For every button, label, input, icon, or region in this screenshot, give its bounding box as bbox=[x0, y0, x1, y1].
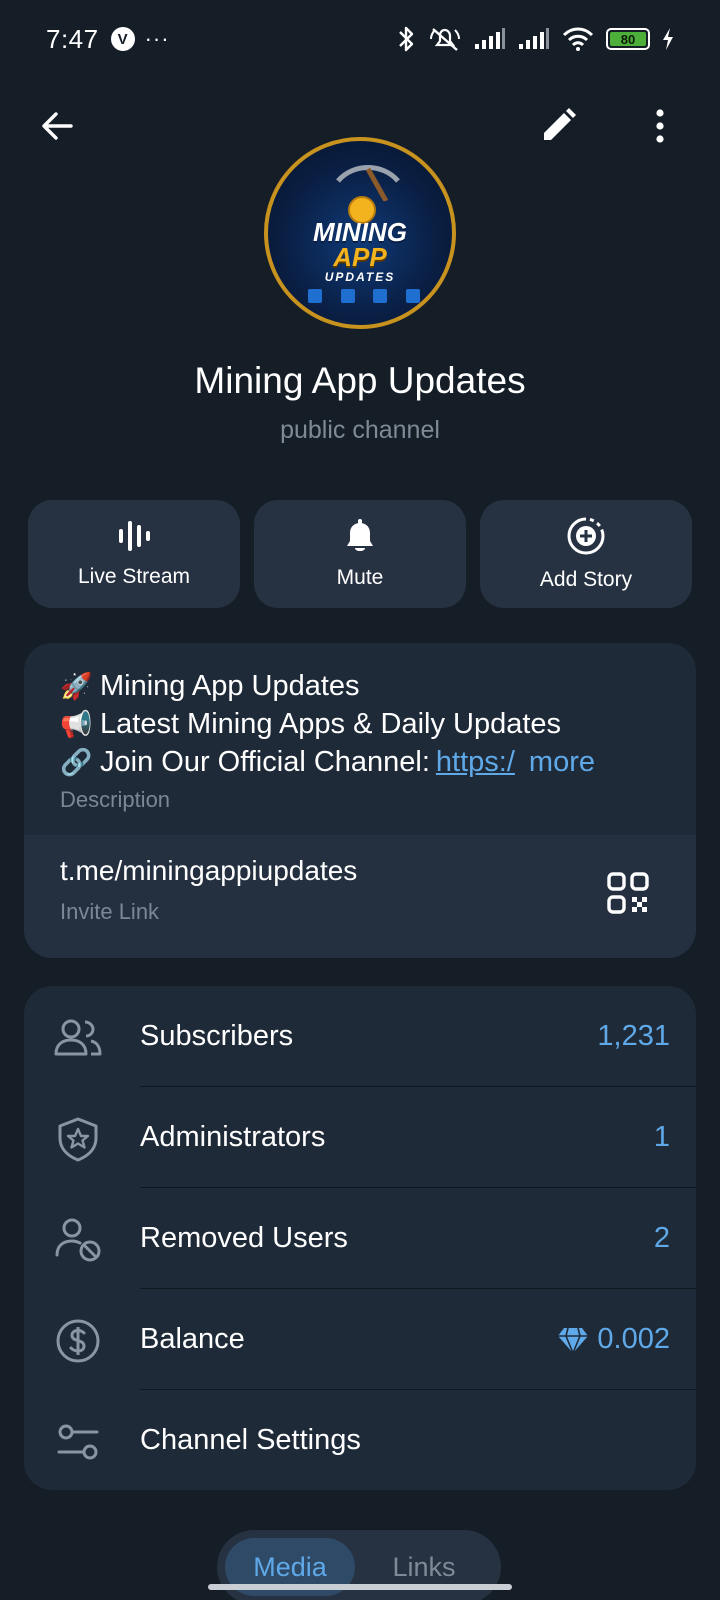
signal-icon bbox=[475, 28, 505, 49]
more-button[interactable]: more bbox=[529, 743, 595, 781]
pencil-icon bbox=[544, 108, 576, 140]
channel-info-card: 🚀 Mining App Updates 📢 Latest Mining App… bbox=[24, 643, 696, 958]
channel-stats-list: Subscribers 1,231 Administrators 1 Remov… bbox=[24, 986, 696, 1490]
status-icons: 80 bbox=[396, 25, 674, 53]
channel-settings-row[interactable]: Channel Settings bbox=[24, 1390, 696, 1490]
description-text: Mining App Updates bbox=[100, 670, 360, 702]
stat-label: Balance bbox=[140, 1323, 245, 1355]
balance-value: 0.002 bbox=[557, 1323, 670, 1356]
action-buttons: Live Stream Mute Add Story bbox=[28, 500, 692, 608]
megaphone-icon: 📢 bbox=[60, 709, 93, 739]
people-icon bbox=[54, 1014, 102, 1062]
add-story-button[interactable]: Add Story bbox=[480, 500, 692, 608]
balance-amount: 0.002 bbox=[597, 1323, 670, 1355]
qr-code-icon[interactable] bbox=[606, 871, 650, 915]
channel-subtitle: public channel bbox=[280, 416, 440, 444]
description-text: Join Our Official Channel: bbox=[100, 746, 430, 778]
avatar-text-app: APP bbox=[333, 242, 387, 272]
live-stream-label: Live Stream bbox=[77, 565, 191, 588]
more-notifications-icon: ··· bbox=[144, 26, 170, 51]
dollar-circle-icon bbox=[54, 1317, 102, 1365]
rocket-icon: 🚀 bbox=[60, 671, 93, 701]
stat-label: Subscribers bbox=[140, 1020, 294, 1052]
administrators-row[interactable]: Administrators 1 bbox=[24, 1087, 696, 1188]
vpn-icon: V bbox=[110, 27, 135, 51]
app-icon bbox=[308, 289, 322, 303]
balance-row[interactable]: Balance 0.002 bbox=[24, 1289, 696, 1390]
channel-avatar[interactable]: MINING APP UPDATES bbox=[264, 137, 456, 329]
battery-level: 80 bbox=[610, 32, 646, 47]
description-line: 📢 Latest Mining Apps & Daily Updates bbox=[60, 705, 660, 743]
back-button[interactable] bbox=[26, 96, 86, 156]
status-time: 7:47 bbox=[46, 23, 99, 54]
invite-link-caption: Invite Link bbox=[60, 899, 160, 924]
stat-label: Channel Settings bbox=[140, 1424, 361, 1456]
stat-value: 1,231 bbox=[597, 1020, 670, 1052]
description-caption: Description bbox=[60, 787, 171, 812]
app-icon bbox=[405, 289, 420, 303]
sliders-icon bbox=[54, 1418, 102, 1466]
description-line: 🔗 Join Our Official Channel: https:/ mor… bbox=[60, 743, 660, 781]
add-story-icon bbox=[567, 517, 605, 555]
stat-label: Administrators bbox=[140, 1121, 326, 1153]
bluetooth-icon bbox=[399, 26, 414, 52]
diamond-icon bbox=[558, 1327, 589, 1354]
battery-icon: 80 bbox=[606, 28, 650, 50]
description-line: 🚀 Mining App Updates bbox=[60, 667, 660, 705]
description-link[interactable]: https:/ bbox=[436, 743, 515, 781]
add-story-label: Add Story bbox=[539, 568, 633, 591]
edit-button[interactable] bbox=[528, 96, 588, 156]
avatar-text-updates: UPDATES bbox=[324, 270, 396, 284]
status-bar: 7:47 V ··· 80 bbox=[0, 0, 720, 78]
mute-icon bbox=[430, 28, 460, 51]
more-menu-button[interactable] bbox=[630, 96, 690, 156]
mute-button[interactable]: Mute bbox=[254, 500, 466, 608]
pickaxe-icon bbox=[336, 165, 400, 201]
removed-users-row[interactable]: Removed Users 2 bbox=[24, 1188, 696, 1289]
invite-link-value: t.me/miningappiupdates bbox=[60, 855, 358, 886]
mute-label: Mute bbox=[336, 566, 384, 589]
live-stream-icon bbox=[119, 521, 150, 551]
description-section[interactable]: 🚀 Mining App Updates 📢 Latest Mining App… bbox=[24, 643, 696, 835]
user-blocked-icon bbox=[54, 1216, 102, 1264]
bell-icon bbox=[347, 519, 373, 551]
shield-star-icon bbox=[54, 1115, 102, 1163]
subscribers-row[interactable]: Subscribers 1,231 bbox=[24, 986, 696, 1087]
app-icon bbox=[373, 289, 388, 303]
more-vert-icon bbox=[656, 109, 664, 143]
home-indicator[interactable] bbox=[208, 1584, 512, 1590]
arrow-left-icon bbox=[42, 112, 73, 140]
channel-title: Mining App Updates bbox=[194, 360, 526, 401]
description-text: Latest Mining Apps & Daily Updates bbox=[100, 708, 562, 740]
avatar-app-icons bbox=[308, 289, 420, 303]
invite-link-row[interactable]: t.me/miningappiupdates Invite Link bbox=[24, 835, 696, 958]
live-stream-button[interactable]: Live Stream bbox=[28, 500, 240, 608]
app-icon bbox=[340, 289, 355, 303]
link-emoji-icon: 🔗 bbox=[60, 747, 93, 777]
signal-icon bbox=[519, 28, 549, 49]
charging-icon bbox=[663, 28, 673, 50]
stat-value: 2 bbox=[653, 1222, 670, 1254]
wifi-icon bbox=[562, 27, 594, 51]
stat-value: 1 bbox=[653, 1121, 670, 1153]
stat-label: Removed Users bbox=[140, 1222, 348, 1254]
